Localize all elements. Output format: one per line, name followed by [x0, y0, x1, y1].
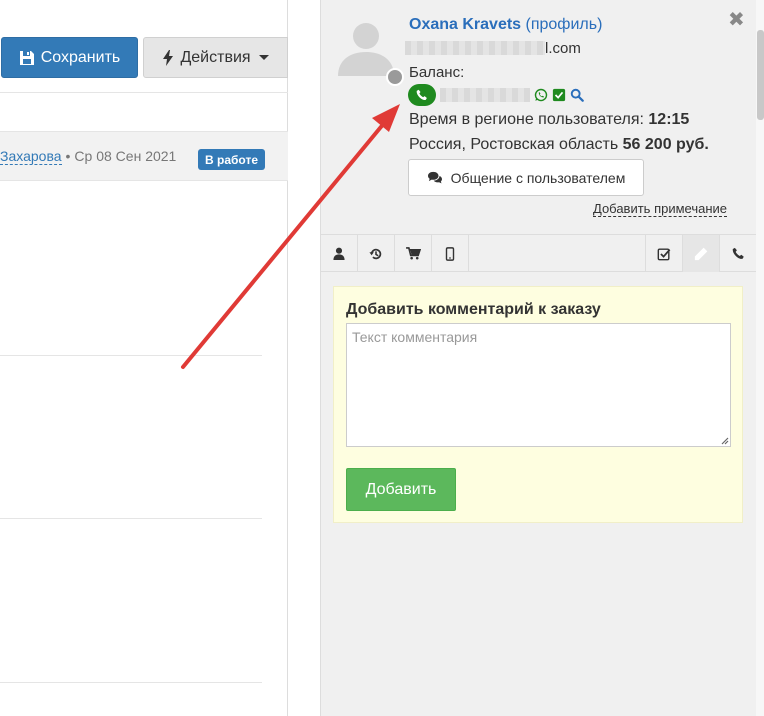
tab-user[interactable]	[321, 235, 358, 272]
redacted-phone	[440, 88, 530, 102]
phone-icon	[416, 89, 427, 101]
panel-tabs	[321, 234, 756, 272]
divider	[0, 92, 288, 93]
order-editor-pane: Сохранить Действия Захарова • Ср 08 Сен …	[0, 0, 288, 716]
search-icon[interactable]	[570, 88, 584, 102]
order-info-bar: Захарова • Ср 08 Сен 2021 В работе	[0, 131, 288, 181]
region-name: Россия, Ростовская область	[409, 136, 619, 153]
resize-grip-icon[interactable]	[719, 435, 729, 445]
tab-calls[interactable]	[719, 235, 756, 272]
profile-link[interactable]: (профиль)	[526, 16, 603, 33]
actions-dropdown-button[interactable]: Действия	[143, 37, 288, 78]
user-local-time: Время в регионе пользователя: 12:15	[409, 111, 689, 129]
chat-button-label: Общение с пользователем	[450, 169, 626, 186]
divider	[0, 682, 262, 683]
manager-link[interactable]: Захарова	[0, 148, 62, 165]
separator: •	[65, 148, 71, 164]
comments-icon	[427, 171, 442, 183]
chat-with-user-button[interactable]: Общение с пользователем	[408, 159, 644, 196]
caret-down-icon	[258, 55, 269, 60]
email-suffix: l.com	[545, 39, 581, 57]
user-email: l.com	[405, 39, 581, 57]
add-comment-panel: Добавить комментарий к заказу Добавить	[333, 286, 743, 523]
tab-history[interactable]	[358, 235, 395, 272]
divider	[0, 518, 262, 519]
user-amount: 56 200 руб.	[622, 136, 709, 153]
check-square-icon[interactable]	[552, 88, 566, 102]
save-label: Сохранить	[40, 48, 121, 66]
online-status-dot	[386, 68, 404, 86]
avatar	[338, 23, 394, 76]
floppy-icon	[19, 50, 34, 65]
cart-icon	[405, 247, 421, 260]
user-region: Россия, Ростовская область 56 200 руб.	[409, 136, 709, 154]
actions-label: Действия	[180, 48, 251, 66]
balance-label: Баланс:	[409, 64, 465, 81]
tab-devices[interactable]	[432, 235, 469, 272]
add-comment-button[interactable]: Добавить	[346, 468, 456, 511]
time-value: 12:15	[648, 111, 690, 128]
tab-tasks[interactable]	[645, 235, 682, 272]
tab-orders[interactable]	[395, 235, 432, 272]
tab-comments[interactable]	[682, 235, 719, 272]
add-note-link[interactable]: Добавить примечание	[593, 201, 728, 217]
check-square-outline-icon	[657, 247, 671, 260]
redacted-email	[405, 41, 545, 55]
mobile-icon	[445, 246, 455, 261]
comment-textarea[interactable]	[346, 323, 731, 447]
phone-row	[408, 84, 584, 106]
comment-title: Добавить комментарий к заказу	[346, 301, 601, 318]
scrollbar-thumb[interactable]	[757, 30, 764, 120]
whatsapp-icon[interactable]	[534, 88, 548, 102]
user-icon	[333, 247, 345, 260]
user-name-link[interactable]: Oxana Kravets	[409, 16, 521, 33]
history-icon	[369, 248, 382, 259]
divider	[0, 355, 262, 356]
user-name-line: Oxana Kravets (профиль)	[409, 16, 602, 34]
status-badge: В работе	[198, 149, 265, 170]
call-button[interactable]	[408, 84, 436, 106]
phone-icon	[732, 247, 744, 259]
time-label: Время в регионе пользователя:	[409, 111, 644, 128]
pencil-icon	[694, 247, 708, 260]
close-icon[interactable]: ✖	[728, 10, 745, 30]
save-button[interactable]: Сохранить	[1, 37, 138, 78]
bolt-icon	[163, 49, 174, 66]
order-date: Ср 08 Сен 2021	[74, 148, 177, 164]
